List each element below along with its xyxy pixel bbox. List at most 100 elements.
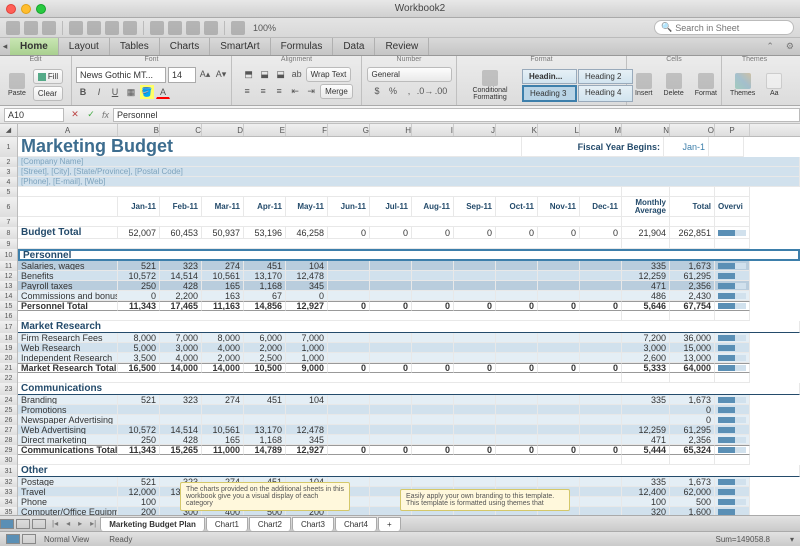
cell[interactable]: 335 — [622, 261, 670, 271]
cell[interactable] — [412, 405, 454, 415]
row-header[interactable]: 21 — [0, 363, 18, 373]
paste-button[interactable]: Paste — [4, 71, 30, 99]
font-color-button[interactable]: A — [156, 85, 170, 99]
select-all-corner[interactable]: ◢ — [0, 124, 18, 136]
row-label[interactable]: Newspaper Advertising — [18, 415, 118, 425]
section-title[interactable]: Personnel — [18, 249, 800, 261]
cell[interactable]: 1,168 — [244, 435, 286, 445]
row-label[interactable]: Postage — [18, 477, 118, 487]
row-header[interactable]: 29 — [0, 445, 18, 455]
cell[interactable]: 5,333 — [622, 363, 670, 373]
cell[interactable]: 165 — [202, 281, 244, 291]
cell[interactable]: 12,259 — [622, 425, 670, 435]
cell[interactable]: 428 — [160, 281, 202, 291]
cell[interactable]: 0 — [412, 301, 454, 311]
cell[interactable]: 1,673 — [670, 261, 715, 271]
cell[interactable] — [496, 261, 538, 271]
italic-button[interactable]: I — [92, 85, 106, 99]
cell[interactable]: 7,000 — [160, 333, 202, 343]
tab-formulas[interactable]: Formulas — [271, 38, 334, 55]
sparkline[interactable] — [715, 271, 750, 281]
minimize-icon[interactable] — [21, 4, 31, 14]
cell[interactable]: 104 — [286, 261, 328, 271]
cell[interactable] — [622, 405, 670, 415]
cell[interactable]: 12,927 — [286, 445, 328, 455]
row-header[interactable]: 31 — [0, 465, 18, 477]
cell[interactable] — [496, 425, 538, 435]
conditional-formatting-button[interactable]: Conditional Formatting — [461, 68, 519, 103]
save-icon[interactable] — [6, 21, 20, 35]
cell[interactable]: 14,789 — [244, 445, 286, 455]
cell[interactable] — [370, 415, 412, 425]
cell[interactable]: 1,673 — [670, 477, 715, 487]
cell[interactable] — [454, 271, 496, 281]
row-label[interactable]: Budget Total — [18, 227, 118, 239]
cell[interactable] — [538, 343, 580, 353]
cell[interactable]: 100 — [118, 497, 160, 507]
cell[interactable]: 0 — [370, 363, 412, 373]
sheet-nav-first-icon[interactable]: |◂ — [48, 519, 62, 528]
cell[interactable] — [454, 405, 496, 415]
cell[interactable] — [328, 425, 370, 435]
sheet-nav-last-icon[interactable]: ▸| — [86, 519, 100, 528]
cell[interactable] — [454, 291, 496, 301]
paste-icon[interactable] — [105, 21, 119, 35]
cell[interactable]: 5,000 — [118, 343, 160, 353]
cell[interactable] — [454, 425, 496, 435]
month-header[interactable]: Jun-11 — [328, 197, 370, 217]
cell[interactable] — [496, 395, 538, 405]
search-box[interactable]: 🔍 — [654, 20, 794, 35]
cell[interactable] — [328, 291, 370, 301]
cell[interactable] — [580, 395, 622, 405]
cell[interactable]: 21,904 — [622, 227, 670, 239]
cell[interactable] — [202, 415, 244, 425]
cell[interactable]: 12,259 — [622, 271, 670, 281]
row-header[interactable]: 35 — [0, 507, 18, 515]
row-header[interactable]: 8 — [0, 227, 18, 239]
cell[interactable] — [454, 477, 496, 487]
row-label[interactable]: Personnel Total — [18, 301, 118, 311]
section-title[interactable]: Communications — [18, 383, 800, 395]
sparkline[interactable] — [715, 227, 750, 239]
row-header[interactable]: 27 — [0, 425, 18, 435]
col-header[interactable]: E — [244, 124, 286, 136]
sparkline[interactable] — [715, 261, 750, 271]
decimal-dec-icon[interactable]: .00 — [434, 84, 448, 98]
cell[interactable] — [496, 271, 538, 281]
sparkline[interactable] — [715, 301, 750, 311]
cancel-formula-icon[interactable]: ✕ — [68, 108, 82, 122]
month-header[interactable]: Dec-11 — [580, 197, 622, 217]
cell[interactable] — [328, 333, 370, 343]
contact-line[interactable]: [Phone], [E-mail], [Web] — [18, 177, 800, 187]
ribbon-settings-icon[interactable]: ⚙ — [780, 38, 800, 55]
cell[interactable] — [370, 395, 412, 405]
cell[interactable] — [412, 333, 454, 343]
cell[interactable]: 104 — [286, 395, 328, 405]
sparkline[interactable] — [715, 281, 750, 291]
cell[interactable] — [580, 291, 622, 301]
cell[interactable]: 2,356 — [670, 281, 715, 291]
row-label[interactable]: Firm Research Fees — [18, 333, 118, 343]
cell[interactable] — [580, 507, 622, 515]
row-header[interactable]: 30 — [0, 455, 18, 465]
cell[interactable] — [538, 271, 580, 281]
row-label[interactable]: Branding — [18, 395, 118, 405]
cell[interactable]: 165 — [202, 435, 244, 445]
row-label[interactable]: Web Advertising — [18, 425, 118, 435]
cell[interactable]: 250 — [118, 435, 160, 445]
cell[interactable]: 11,343 — [118, 445, 160, 455]
row-header[interactable]: 33 — [0, 487, 18, 497]
cell[interactable]: 0 — [580, 445, 622, 455]
month-header[interactable]: Feb-11 — [160, 197, 202, 217]
tab-home[interactable]: Home — [10, 38, 59, 55]
view-thumb-icon[interactable] — [0, 519, 14, 529]
cell[interactable]: 323 — [160, 261, 202, 271]
cell[interactable]: 0 — [328, 227, 370, 239]
bold-button[interactable]: B — [76, 85, 90, 99]
tab-layout[interactable]: Layout — [59, 38, 110, 55]
cell[interactable]: 1,168 — [244, 281, 286, 291]
cell[interactable] — [244, 405, 286, 415]
cell[interactable]: 5,444 — [622, 445, 670, 455]
cell[interactable]: 64,000 — [670, 363, 715, 373]
cell[interactable] — [496, 477, 538, 487]
